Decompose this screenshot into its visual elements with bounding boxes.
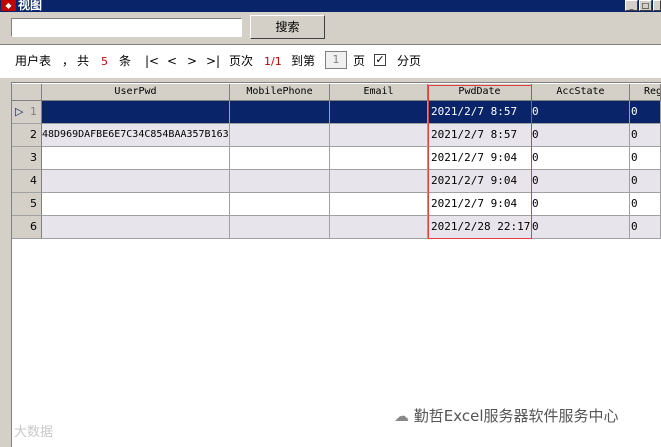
column-header-email[interactable]: Email — [330, 84, 428, 101]
column-header-mobilephone[interactable]: MobilePhone — [230, 84, 330, 101]
table-row[interactable]: 2 48D969DAFBE6E7C34C854BAA357B163 2021/2… — [12, 124, 661, 147]
cell-accstate[interactable]: 0 — [532, 124, 630, 147]
search-bar: 搜索 — [0, 12, 661, 42]
row-number[interactable]: 5 — [12, 193, 42, 216]
search-button[interactable]: 搜索 — [250, 15, 325, 39]
table-row[interactable]: 6 2021/2/28 22:17 0 0 — [12, 216, 661, 239]
page-label: 页次 — [229, 54, 254, 68]
cell-accstate[interactable]: 0 — [532, 170, 630, 193]
next-page-button[interactable]: > — [187, 54, 197, 68]
column-header-reg[interactable]: Reg — [630, 84, 661, 101]
cell-userpwd[interactable] — [42, 216, 230, 239]
table-label: 用户表 — [15, 54, 52, 68]
cell-userpwd[interactable] — [42, 101, 230, 124]
row-number[interactable]: 3 — [12, 147, 42, 170]
page-value: 1/1 — [264, 55, 282, 68]
cell-pwddate[interactable]: 2021/2/7 8:57 — [428, 101, 532, 124]
cell-reg[interactable]: 0 — [630, 193, 661, 216]
cell-userpwd[interactable] — [42, 193, 230, 216]
watermark-left: 大数据 — [14, 425, 54, 440]
goto-label: 到第 — [291, 54, 316, 68]
total-count: 5 — [101, 55, 108, 68]
prev-page-button[interactable]: < — [167, 54, 177, 68]
cell-pwddate[interactable]: 2021/2/7 9:04 — [428, 147, 532, 170]
grid-corner — [12, 84, 42, 101]
last-page-button[interactable]: >| — [206, 54, 220, 68]
cell-userpwd[interactable] — [42, 170, 230, 193]
cell-reg[interactable]: 0 — [630, 147, 661, 170]
column-header-accstate[interactable]: AccState — [532, 84, 630, 101]
cell-accstate[interactable]: 0 — [532, 147, 630, 170]
cell-userpwd[interactable]: 48D969DAFBE6E7C34C854BAA357B163 — [42, 124, 230, 147]
wechat-icon: ☁ — [394, 407, 409, 425]
paging-checkbox[interactable]: ✓ — [374, 54, 386, 66]
cell-email[interactable] — [330, 216, 428, 239]
title-bar: ◆ 视图 _ □ — [0, 0, 661, 12]
cell-reg[interactable]: 0 — [630, 216, 661, 239]
paging-label: 分页 — [397, 54, 422, 68]
cell-pwddate[interactable]: 2021/2/28 22:17 — [428, 216, 532, 239]
cell-reg[interactable]: 0 — [630, 170, 661, 193]
cell-mobilephone[interactable] — [230, 124, 330, 147]
table-row[interactable]: 5 2021/2/7 9:04 0 0 — [12, 193, 661, 216]
cell-email[interactable] — [330, 193, 428, 216]
cell-pwddate[interactable]: 2021/2/7 9:04 — [428, 193, 532, 216]
cell-accstate[interactable]: 0 — [532, 101, 630, 124]
total-suffix: 条 — [119, 54, 132, 68]
search-input[interactable] — [11, 18, 242, 37]
separator: ， — [62, 54, 75, 68]
table-row[interactable]: 3 2021/2/7 9:04 0 0 — [12, 147, 661, 170]
cell-pwddate[interactable]: 2021/2/7 9:04 — [428, 170, 532, 193]
maximize-button[interactable]: □ — [639, 0, 652, 11]
cell-reg[interactable]: 0 — [630, 101, 661, 124]
total-prefix: 共 — [77, 54, 90, 68]
cell-mobilephone[interactable] — [230, 147, 330, 170]
cell-mobilephone[interactable] — [230, 170, 330, 193]
minimize-button[interactable]: _ — [625, 0, 638, 11]
watermark-right: ☁ 勤哲Excel服务器软件服务中心 — [394, 407, 619, 425]
cell-email[interactable] — [330, 147, 428, 170]
cell-reg[interactable]: 0 — [630, 124, 661, 147]
column-header-pwddate[interactable]: PwdDate — [428, 84, 532, 101]
close-button[interactable] — [653, 0, 661, 11]
first-page-button[interactable]: |< — [145, 54, 159, 68]
cell-mobilephone[interactable] — [230, 216, 330, 239]
cell-accstate[interactable]: 0 — [532, 216, 630, 239]
cell-accstate[interactable]: 0 — [532, 193, 630, 216]
cell-email[interactable] — [330, 101, 428, 124]
table-row[interactable]: ▷ 1 2021/2/7 8:57 0 0 — [12, 101, 661, 124]
pager-bar: 用户表 ， 共 5 条 |< < > >| 页次 1/1 到第 1 页 ✓ 分页 — [0, 44, 661, 78]
column-header-userpwd[interactable]: UserPwd — [42, 84, 230, 101]
window-title: 视图 — [18, 0, 43, 12]
cell-mobilephone[interactable] — [230, 193, 330, 216]
cell-mobilephone[interactable] — [230, 101, 330, 124]
table-row[interactable]: 4 2021/2/7 9:04 0 0 — [12, 170, 661, 193]
cell-email[interactable] — [330, 170, 428, 193]
row-pointer-icon: ▷ — [15, 105, 24, 118]
app-icon: ◆ — [1, 0, 16, 11]
goto-page-input[interactable]: 1 — [325, 51, 347, 69]
row-number[interactable]: ▷ 1 — [12, 101, 42, 124]
cell-pwddate[interactable]: 2021/2/7 8:57 — [428, 124, 532, 147]
cell-userpwd[interactable] — [42, 147, 230, 170]
row-number[interactable]: 6 — [12, 216, 42, 239]
row-number[interactable]: 4 — [12, 170, 42, 193]
page-suffix: 页 — [353, 54, 366, 68]
row-number[interactable]: 2 — [12, 124, 42, 147]
cell-email[interactable] — [330, 124, 428, 147]
